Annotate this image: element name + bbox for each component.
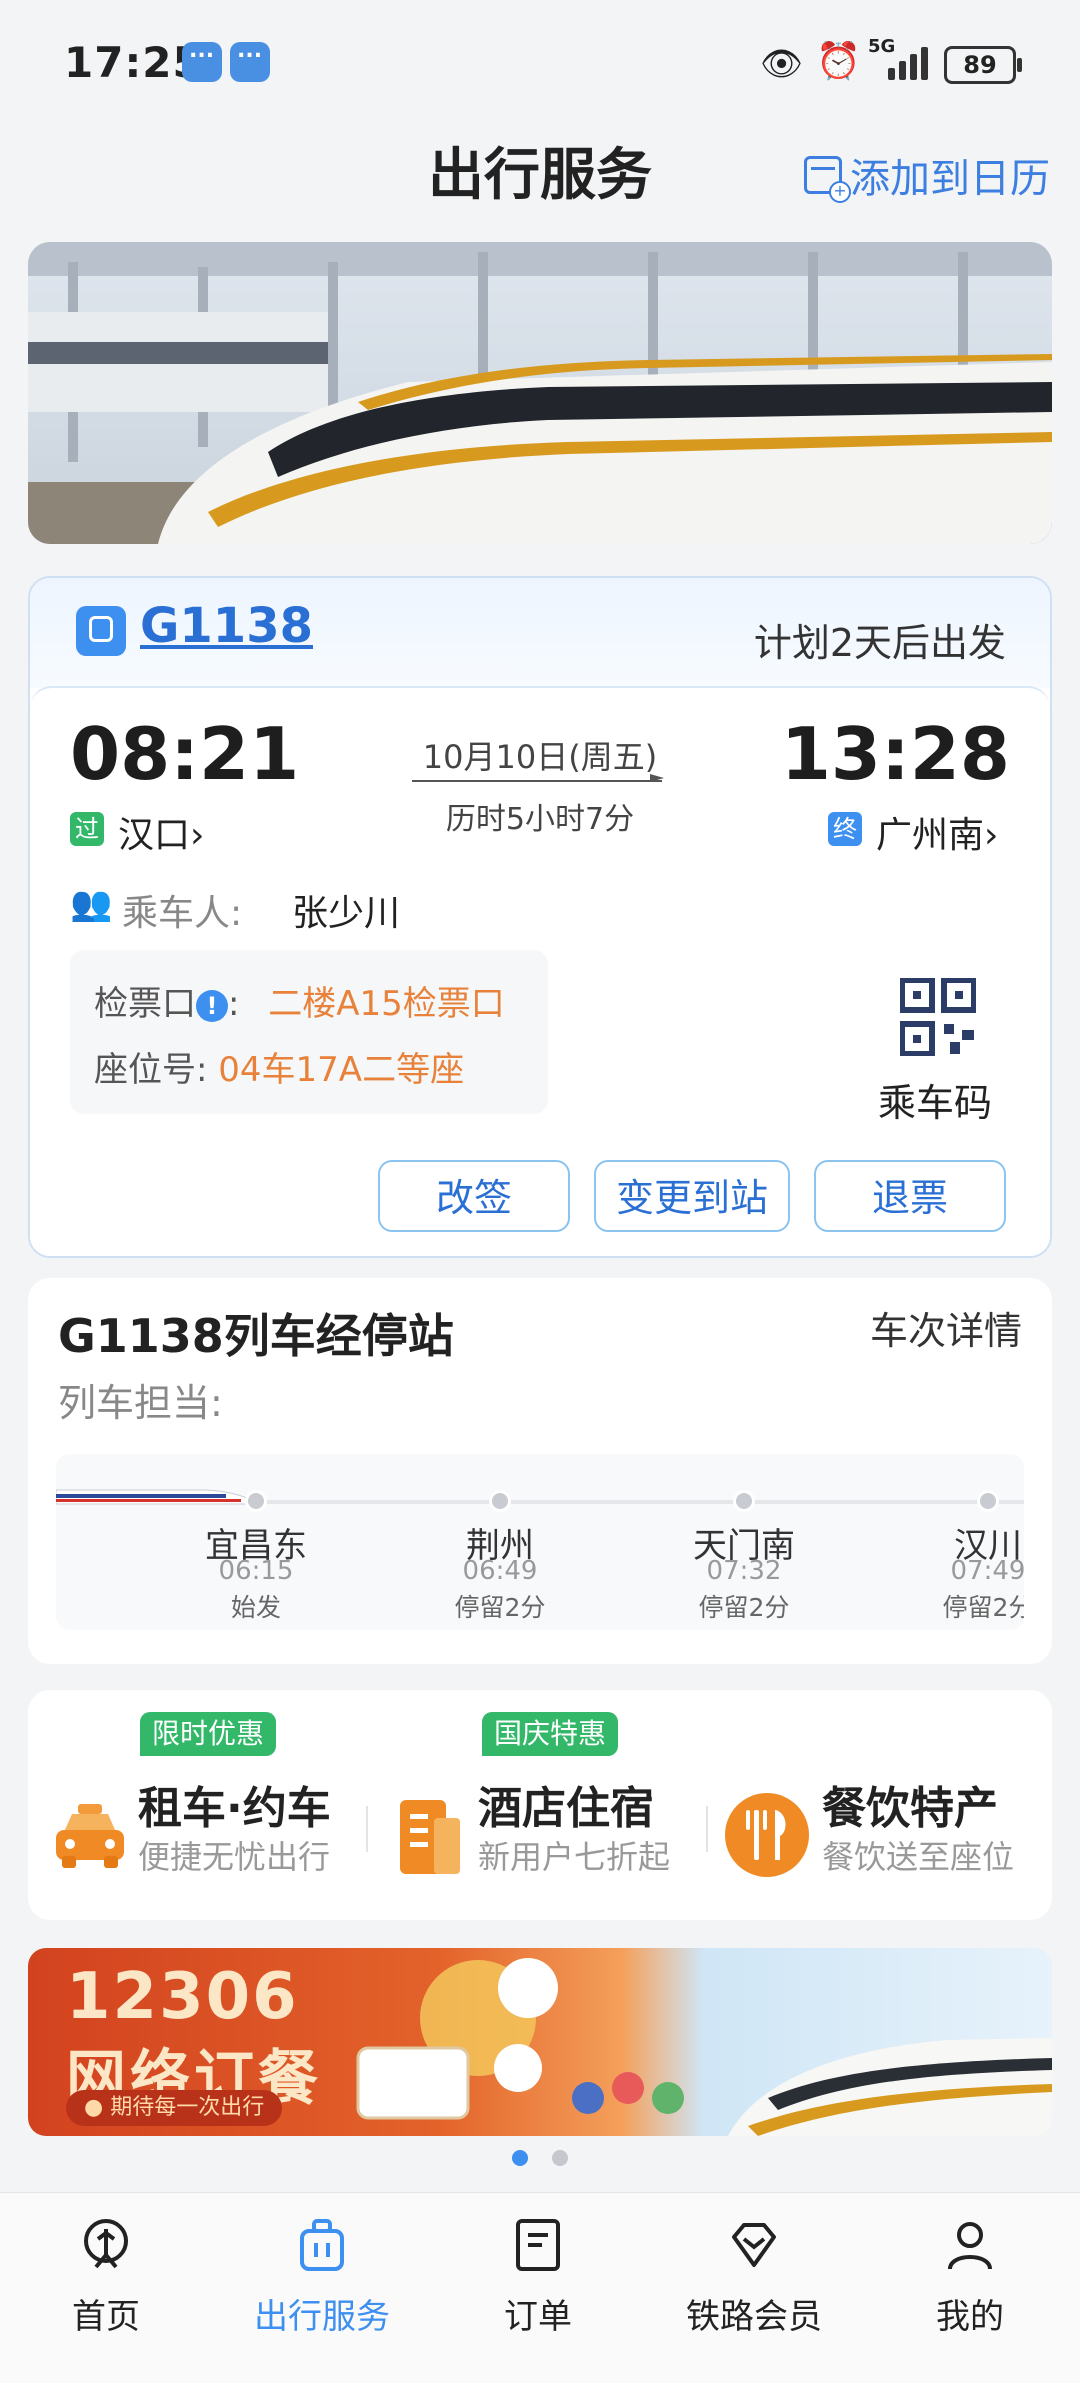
- passenger-name: 张少川: [292, 893, 401, 934]
- stop-note: 停留2分: [942, 1593, 1024, 1622]
- stop-time: 06:49: [462, 1556, 538, 1586]
- nav-label: 我的: [936, 2297, 1004, 2337]
- status-bar: 17:25 👁 ⏰ 5G 89: [0, 0, 1080, 125]
- travel-date: 10月10日(周五): [422, 738, 658, 776]
- order-list-icon: [516, 2219, 560, 2271]
- nav-orders[interactable]: 订单: [438, 2215, 638, 2338]
- stops-card: G1138列车经停站 车次详情 列车担当: 宜昌东 06:15 始发 荆州 06…: [28, 1278, 1052, 1664]
- ticket-card: G1138 计划2天后出发 08:21 10月10日(周五) 历时5小时7分 1…: [28, 576, 1052, 1258]
- meal-order-banner[interactable]: 12306 网络订餐 ● 期待每一次出行: [28, 1948, 1052, 2136]
- refund-button[interactable]: 退票: [814, 1160, 1006, 1232]
- stops-timeline[interactable]: 宜昌东 06:15 始发 荆州 06:49 停留2分 天门南 07:32 停留2…: [56, 1454, 1024, 1630]
- add-to-calendar-label: 添加到日历: [850, 156, 1050, 202]
- depart-time: 08:21: [70, 712, 300, 796]
- train-number-link[interactable]: G1138: [140, 598, 313, 654]
- nav-label: 订单: [504, 2297, 572, 2337]
- message-notification-icon: [230, 38, 270, 82]
- nav-home[interactable]: 首页: [6, 2215, 206, 2338]
- battery-level: 89: [944, 46, 1022, 84]
- stop-note: 停留2分: [454, 1593, 546, 1622]
- home-train-icon: [84, 2219, 128, 2269]
- stops-title: G1138列车经停站: [58, 1309, 454, 1363]
- seat-label: 座位号:: [94, 1050, 208, 1090]
- info-icon[interactable]: !: [196, 989, 228, 1022]
- luggage-icon: [300, 2219, 344, 2271]
- bottom-nav: 首页 出行服务 订单 铁路会员 我的: [0, 2192, 1080, 2383]
- nav-profile[interactable]: 我的: [870, 2215, 1070, 2338]
- car-icon: [56, 1804, 124, 1868]
- train-icon: [76, 606, 126, 656]
- direction-arrow-icon: [412, 774, 664, 782]
- dining-icon: [725, 1793, 809, 1877]
- train-attendant-label: 列车担当:: [58, 1381, 223, 1425]
- nav-label: 铁路会员: [686, 2297, 822, 2337]
- gate-row: 检票口!: 二楼A15检票口: [94, 976, 505, 1025]
- arrive-time: 13:28: [780, 712, 1010, 796]
- hotel-icon: [400, 1800, 460, 1874]
- stop-time: 07:49: [950, 1556, 1024, 1586]
- service-title[interactable]: 餐饮特产: [822, 1772, 998, 1836]
- from-station-link[interactable]: 汉口›: [118, 806, 204, 858]
- ad-illustration: [356, 1958, 1052, 2136]
- qr-code-label[interactable]: 乘车码: [878, 1072, 992, 1127]
- stop-time: 06:15: [218, 1556, 294, 1586]
- service-title[interactable]: 酒店住宿: [478, 1772, 654, 1836]
- travel-duration: 历时5小时7分: [445, 802, 635, 837]
- seat-row: 座位号: 04车17A二等座: [94, 1042, 464, 1091]
- terminal-tag: 终: [828, 812, 862, 846]
- service-subtitle: 便捷无忧出行: [138, 1838, 331, 1876]
- passenger-label: 乘车人:: [122, 893, 243, 934]
- ticket-info-box: 检票口!: 二楼A15检票口 座位号: 04车17A二等座: [70, 950, 548, 1114]
- carousel-dot[interactable]: [552, 2150, 568, 2166]
- train-progress-icon: [56, 1489, 256, 1505]
- ticket-header: G1138 计划2天后出发: [30, 578, 1050, 688]
- alarm-icon: ⏰: [816, 41, 861, 82]
- train-hero-image: [28, 242, 1052, 544]
- ad-slogan: ● 期待每一次出行: [66, 2090, 283, 2126]
- gate-label: 检票口: [94, 984, 196, 1024]
- stop-dot: [977, 1490, 999, 1512]
- change-destination-button[interactable]: 变更到站: [594, 1160, 790, 1232]
- qr-code-icon[interactable]: [900, 978, 976, 1056]
- to-station-link[interactable]: 广州南›: [876, 806, 998, 858]
- service-divider: [366, 1806, 368, 1852]
- stop-dot: [245, 1490, 267, 1512]
- user-icon: [948, 2222, 992, 2270]
- eye-icon: 👁: [760, 44, 804, 84]
- ad-title-12306: 12306: [66, 1960, 299, 2034]
- gate-value: 二楼A15检票口: [268, 984, 505, 1024]
- stop-dot: [489, 1490, 511, 1512]
- diamond-icon: [732, 2223, 776, 2267]
- seat-value: 04车17A二等座: [218, 1050, 465, 1090]
- carousel-indicator[interactable]: [0, 2150, 1080, 2170]
- departure-countdown: 计划2天后出发: [753, 621, 1006, 665]
- service-promo-tag: 国庆特惠: [482, 1712, 619, 1756]
- travel-services-card: 限时优惠 租车·约车 便捷无忧出行 国庆特惠 酒店住宿 新用户七折起 餐饮特产 …: [28, 1690, 1052, 1920]
- train-detail-link[interactable]: 车次详情: [870, 1300, 1022, 1355]
- service-promo-tag: 限时优惠: [140, 1712, 277, 1756]
- gate-colon: :: [228, 984, 240, 1024]
- service-divider: [706, 1806, 708, 1852]
- stop-note: 停留2分: [698, 1593, 790, 1622]
- nav-label: 出行服务: [254, 2297, 390, 2337]
- pass-tag: 过: [70, 812, 104, 846]
- stop-note: 始发: [230, 1593, 281, 1622]
- carousel-dot-active[interactable]: [512, 2150, 528, 2166]
- change-ticket-button[interactable]: 改签: [378, 1160, 570, 1232]
- nav-travel-services[interactable]: 出行服务: [222, 2215, 422, 2338]
- nav-membership[interactable]: 铁路会员: [654, 2215, 854, 2338]
- calendar-add-icon: [804, 156, 851, 203]
- nav-label: 首页: [72, 2297, 140, 2337]
- stop-dot: [733, 1490, 755, 1512]
- stop-time: 07:32: [706, 1556, 782, 1586]
- passenger-icon: 👥: [70, 884, 113, 924]
- add-to-calendar-button[interactable]: 添加到日历: [804, 146, 1050, 204]
- service-title[interactable]: 租车·约车: [138, 1772, 331, 1836]
- signal-bars-icon: [886, 44, 930, 80]
- service-subtitle: 新用户七折起: [478, 1838, 671, 1876]
- service-subtitle: 餐饮送至座位: [822, 1838, 1015, 1876]
- message-notification-icon: [182, 38, 222, 82]
- ticket-body: 08:21 10月10日(周五) 历时5小时7分 13:28 过 汉口› 终 广…: [30, 686, 1050, 1256]
